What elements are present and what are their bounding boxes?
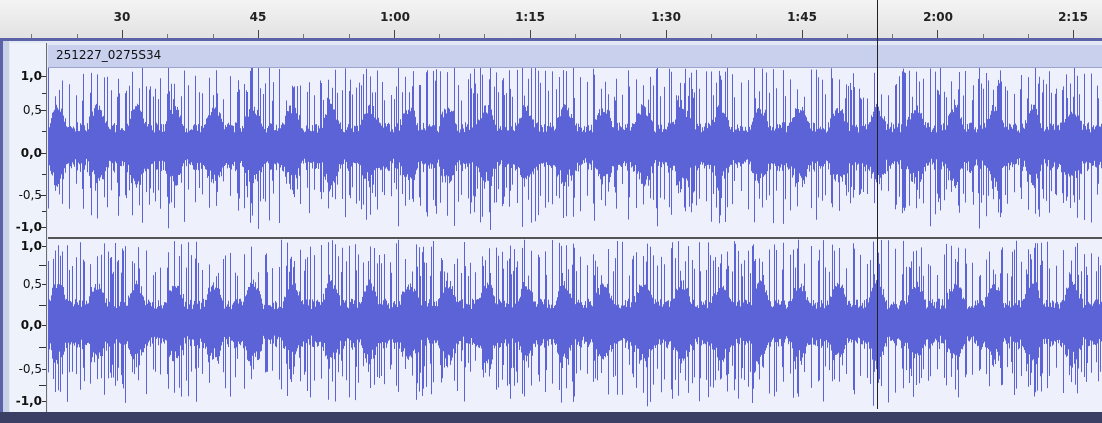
scale-tick [42, 401, 46, 402]
scale-tick [39, 76, 46, 77]
track-bottom-border [0, 412, 1102, 423]
timeline-major-tick [257, 30, 259, 38]
scale-tick [39, 347, 46, 348]
scale-tick [42, 246, 46, 247]
scale-label-bottom-zero: 0,0 [20, 318, 42, 332]
timeline-major-tick [937, 30, 939, 38]
scale-label-bottom-min: -1,0 [15, 394, 42, 408]
timeline-label-2-00: 2:00 [923, 10, 953, 24]
timeline-major-tick [1073, 30, 1075, 38]
track-control-strip[interactable] [3, 41, 9, 412]
scale-tick [42, 93, 46, 94]
scale-tick [42, 131, 46, 132]
scale-label-bottom-neghalf: -0,5 [18, 362, 42, 376]
scale-tick [39, 265, 46, 266]
waveform-display[interactable] [48, 68, 1102, 412]
scale-tick [39, 227, 46, 228]
timeline-label-1-30: 1:30 [651, 10, 681, 24]
playhead-cursor[interactable] [877, 0, 878, 409]
scale-tick [39, 153, 46, 154]
scale-tick [42, 174, 46, 175]
timeline-major-tick [801, 30, 803, 38]
scale-label-bottom-half: 0,5 [22, 277, 42, 291]
scale-tick [42, 325, 46, 326]
scale-tick [42, 211, 46, 212]
timeline-major-tick [122, 30, 123, 38]
clip-name: 251227_0275S34 [56, 48, 162, 62]
timeline-label-30: 30 [113, 10, 131, 24]
timeline-label-1-45: 1:45 [787, 10, 817, 24]
clip-title-bar[interactable]: 251227_0275S34 [48, 45, 1102, 68]
scale-tick [39, 305, 46, 306]
timeline-ruler[interactable]: 30 45 1:00 1:15 1:30 1:45 2:00 2:15 [0, 0, 1102, 39]
scale-tick [42, 369, 46, 370]
amplitude-scale: 1,0 0,5 0,0 -0,5 -1,0 1,0 0,5 0,0 -0,5 -… [10, 43, 47, 412]
timeline-label-1-00: 1:00 [380, 10, 410, 24]
timeline-major-tick [393, 30, 395, 38]
timeline-major-tick [665, 30, 667, 38]
timeline-label-45: 45 [249, 10, 267, 24]
timeline-label-2-15: 2:15 [1058, 10, 1088, 24]
scale-tick [39, 195, 46, 196]
scale-tick [39, 110, 46, 111]
timeline-major-tick [529, 30, 531, 38]
scale-tick [42, 284, 46, 285]
timeline-label-1-15: 1:15 [515, 10, 545, 24]
scale-tick [39, 385, 46, 386]
scale-label-bottom-max: 1,0 [20, 239, 42, 253]
